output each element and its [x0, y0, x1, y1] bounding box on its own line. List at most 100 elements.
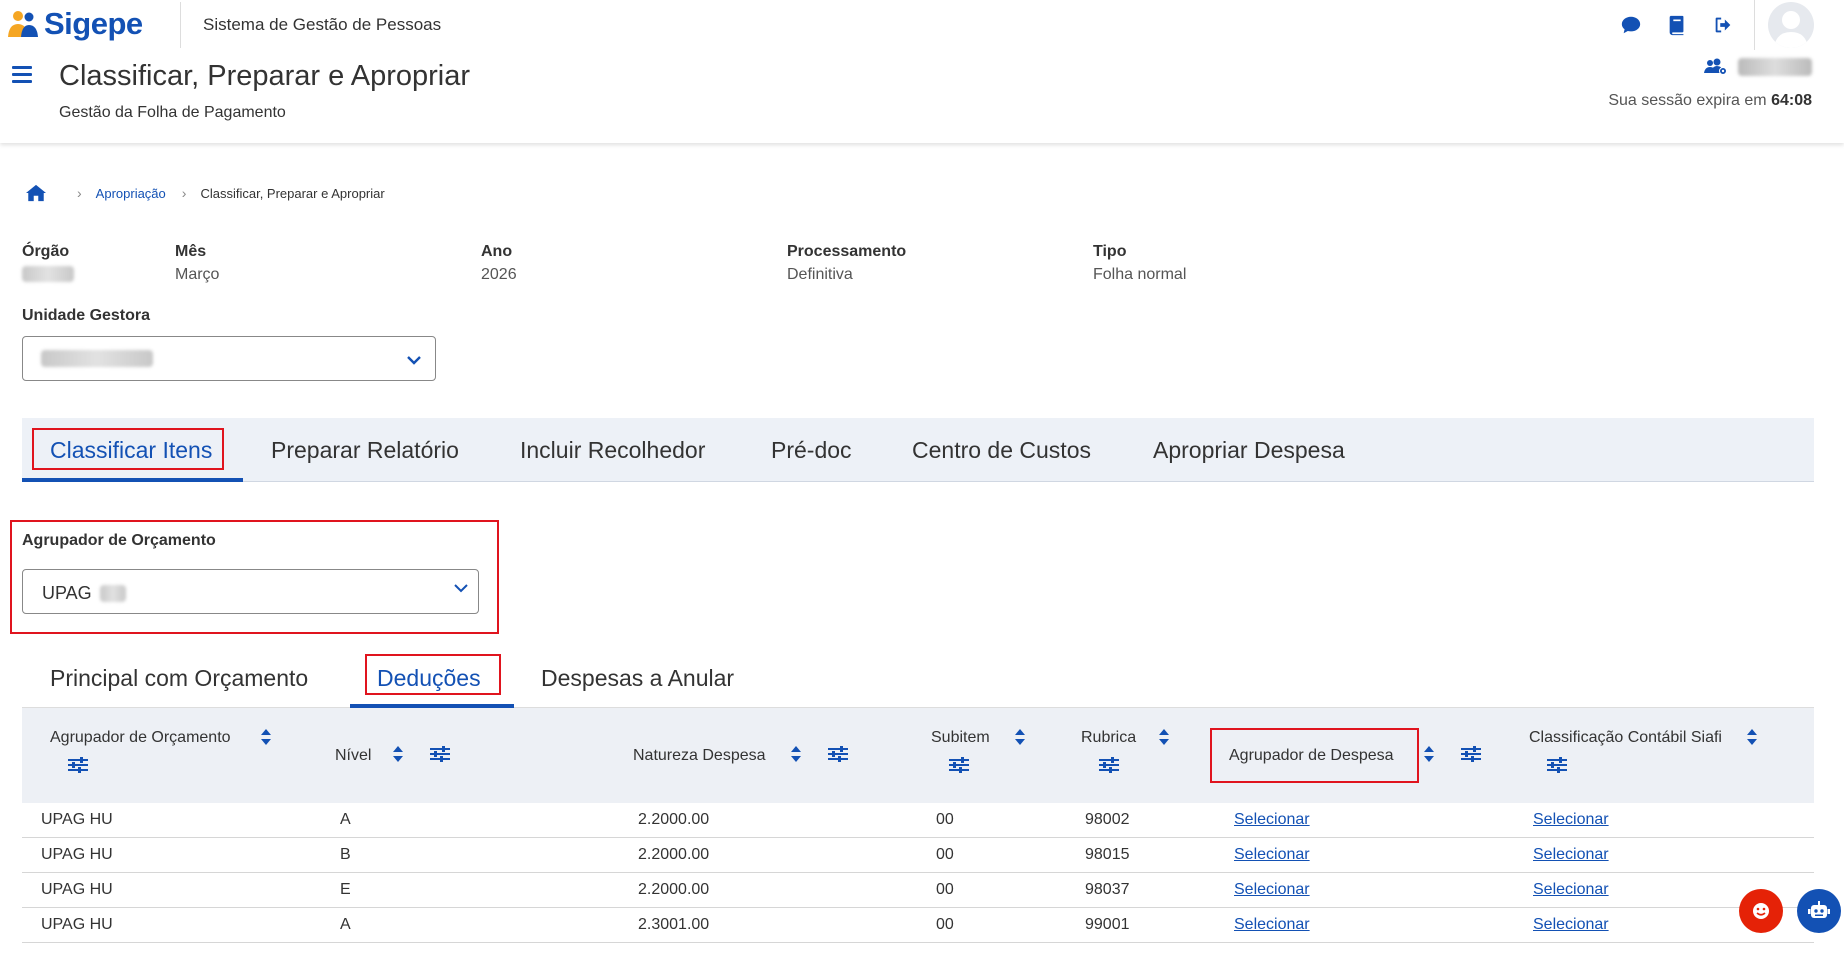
processamento-value: Definitiva	[787, 266, 853, 283]
chevron-down-icon	[454, 584, 468, 593]
column-header-classificacao-contabil-siafi[interactable]: Classificação Contábil Siafi	[1529, 729, 1722, 747]
app-header: Sigepe Sistema de Gestão de Pessoas Clas…	[0, 0, 1844, 143]
filter-sliders-icon[interactable]	[1461, 746, 1481, 762]
breadcrumb: › Apropriação › Classificar, Preparar e …	[25, 183, 385, 203]
tipo-label: Tipo	[1093, 243, 1127, 260]
filter-sliders-icon[interactable]	[949, 757, 969, 773]
sort-icon[interactable]	[261, 729, 271, 745]
selecionar-agrupador-despesa-link[interactable]: Selecionar	[1234, 811, 1310, 828]
selecionar-agrupador-despesa-link[interactable]: Selecionar	[1234, 846, 1310, 863]
session-time: 64:08	[1771, 92, 1812, 109]
filter-sliders-icon[interactable]	[828, 746, 848, 762]
subtab-principal-com-orcamento[interactable]: Principal com Orçamento	[50, 650, 308, 706]
table-header: Agrupador de Orçamento Nível Natureza De…	[22, 708, 1814, 803]
sort-icon[interactable]	[1747, 729, 1757, 745]
mes-value: Março	[175, 266, 220, 283]
agrupador-orcamento-label: Agrupador de Orçamento	[22, 532, 216, 549]
unidade-gestora-label: Unidade Gestora	[22, 307, 151, 324]
sort-icon[interactable]	[791, 746, 801, 762]
user-avatar[interactable]	[1768, 2, 1814, 48]
user-name-redacted	[1738, 58, 1812, 76]
column-header-agrupador-orcamento[interactable]: Agrupador de Orçamento	[50, 729, 231, 747]
table-row: UPAG HU E 2.2000.00 00 98037 Selecionar …	[22, 873, 1814, 908]
processamento-label: Processamento	[787, 243, 907, 260]
sort-icon[interactable]	[1424, 746, 1434, 762]
cell-rubrica: 98002	[1085, 811, 1130, 828]
orgao-value-redacted	[22, 266, 74, 282]
sort-icon[interactable]	[1159, 729, 1169, 745]
logo-text: Sigepe	[44, 6, 143, 41]
table-row: UPAG HU A 2.2000.00 00 98002 Selecionar …	[22, 803, 1814, 838]
table-row: UPAG HU B 2.2000.00 00 98015 Selecionar …	[22, 838, 1814, 873]
column-header-rubrica[interactable]: Rubrica	[1081, 729, 1136, 747]
selecionar-classificacao-link[interactable]: Selecionar	[1533, 881, 1609, 898]
column-header-nivel[interactable]: Nível	[335, 747, 371, 765]
cell-nivel: A	[340, 916, 351, 933]
cell-nivel: E	[340, 881, 351, 898]
unidade-gestora-select[interactable]	[22, 336, 436, 381]
tab-apropriar-despesa[interactable]: Apropriar Despesa	[1153, 418, 1345, 482]
breadcrumb-link-apropriacao[interactable]: Apropriação	[96, 186, 166, 201]
chevron-right-icon: ›	[181, 185, 187, 201]
feedback-smile-button[interactable]	[1739, 889, 1783, 933]
column-header-natureza-despesa[interactable]: Natureza Despesa	[633, 747, 766, 765]
column-header-subitem[interactable]: Subitem	[931, 729, 990, 747]
sort-icon[interactable]	[1015, 729, 1025, 745]
cell-natureza-despesa: 2.3001.00	[638, 916, 710, 933]
selecionar-agrupador-despesa-link[interactable]: Selecionar	[1234, 916, 1310, 933]
chat-icon[interactable]	[1620, 14, 1642, 36]
users-gear-icon	[1704, 58, 1727, 75]
orgao-label: Órgão	[22, 243, 70, 260]
cell-natureza-despesa: 2.2000.00	[638, 881, 710, 898]
hamburger-menu-icon[interactable]	[12, 66, 32, 84]
cell-subitem: 00	[936, 846, 954, 863]
robot-icon	[1808, 901, 1830, 918]
cell-agrupador-orcamento: UPAG HU	[41, 811, 113, 828]
unidade-gestora-value-redacted	[41, 350, 153, 367]
selecionar-classificacao-link[interactable]: Selecionar	[1533, 846, 1609, 863]
chatbot-button[interactable]	[1797, 889, 1841, 933]
filter-sliders-icon[interactable]	[430, 746, 450, 762]
smile-icon	[1753, 903, 1769, 919]
user-info[interactable]	[1704, 58, 1812, 76]
selecionar-agrupador-despesa-link[interactable]: Selecionar	[1234, 881, 1310, 898]
user-silhouette-icon	[1774, 11, 1808, 48]
tab-incluir-recolhedor[interactable]: Incluir Recolhedor	[520, 418, 705, 482]
page-title: Classificar, Preparar e Apropriar	[59, 60, 470, 92]
selecionar-classificacao-link[interactable]: Selecionar	[1533, 811, 1609, 828]
agrupador-orcamento-value: UPAG	[42, 583, 92, 603]
cell-agrupador-orcamento: UPAG HU	[41, 846, 113, 863]
logout-icon[interactable]	[1712, 14, 1734, 36]
filter-sliders-icon[interactable]	[1099, 757, 1119, 773]
cell-nivel: A	[340, 811, 351, 828]
filter-sliders-icon[interactable]	[1547, 757, 1567, 773]
session-prefix: Sua sessão expira em	[1608, 92, 1767, 109]
mes-label: Mês	[175, 243, 207, 260]
breadcrumb-current: Classificar, Preparar e Apropriar	[200, 185, 385, 201]
cell-natureza-despesa: 2.2000.00	[638, 846, 710, 863]
cell-subitem: 00	[936, 811, 954, 828]
cell-agrupador-orcamento: UPAG HU	[41, 916, 113, 933]
tab-centro-de-custos[interactable]: Centro de Custos	[912, 418, 1091, 482]
tab-preparar-relatorio[interactable]: Preparar Relatório	[271, 418, 459, 482]
filter-sliders-icon[interactable]	[68, 757, 88, 773]
page-subtitle: Gestão da Folha de Pagamento	[59, 104, 286, 121]
people-logo-icon	[8, 11, 38, 37]
agrupador-orcamento-select[interactable]: UPAG	[22, 569, 479, 614]
subtab-despesas-a-anular[interactable]: Despesas a Anular	[541, 650, 734, 706]
highlight-box-tab	[32, 428, 224, 470]
selecionar-classificacao-link[interactable]: Selecionar	[1533, 916, 1609, 933]
session-timer: Sua sessão expira em 64:08	[1608, 92, 1812, 110]
active-tab-indicator	[22, 478, 243, 482]
sub-tabs: Principal com Orçamento Deduções Despesa…	[22, 650, 1814, 708]
home-icon[interactable]	[25, 183, 47, 203]
cell-nivel: B	[340, 846, 351, 863]
sigepe-logo[interactable]: Sigepe	[6, 6, 143, 42]
ano-value: 2026	[481, 266, 517, 283]
cell-rubrica: 98015	[1085, 846, 1130, 863]
header-divider	[180, 2, 181, 48]
sort-icon[interactable]	[393, 746, 403, 762]
tab-pre-doc[interactable]: Pré-doc	[771, 418, 852, 482]
manual-book-icon[interactable]	[1666, 14, 1688, 36]
agrupador-value-redacted	[100, 585, 126, 602]
